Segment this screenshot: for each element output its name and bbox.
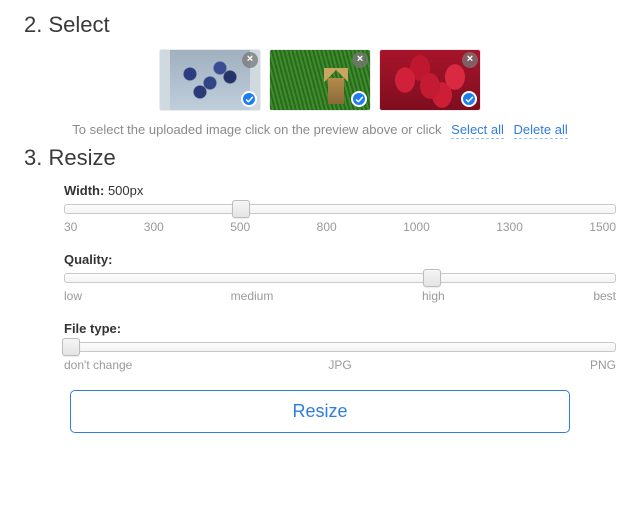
slider-handle[interactable]: [423, 269, 441, 287]
close-icon[interactable]: ×: [352, 52, 368, 68]
width-slider[interactable]: [64, 204, 616, 214]
selected-check-icon: [461, 91, 477, 107]
thumb-grass[interactable]: ×: [270, 50, 370, 110]
instruction-text: To select the uploaded image click on th…: [24, 122, 616, 137]
quality-section: Quality: low medium high best: [64, 252, 616, 303]
selected-check-icon: [351, 91, 367, 107]
filetype-section: File type: don't change JPG PNG: [64, 321, 616, 372]
select-all-link[interactable]: Select all: [451, 122, 504, 139]
filetype-label: File type:: [64, 321, 616, 336]
step-select-heading: 2. Select: [24, 12, 616, 38]
quality-ticks: low medium high best: [64, 289, 616, 303]
close-icon[interactable]: ×: [242, 52, 258, 68]
delete-all-link[interactable]: Delete all: [514, 122, 568, 139]
quality-label: Quality:: [64, 252, 616, 267]
width-section: Width: 500px 30 300 500 800 1000 1300 15…: [64, 183, 616, 234]
thumbnail-row: × × ×: [24, 50, 616, 110]
resize-button[interactable]: Resize: [70, 390, 570, 433]
quality-slider[interactable]: [64, 273, 616, 283]
width-label: Width: 500px: [64, 183, 616, 198]
filetype-ticks: don't change JPG PNG: [64, 358, 616, 372]
step-resize-heading: 3. Resize: [24, 145, 616, 171]
width-ticks: 30 300 500 800 1000 1300 1500: [64, 220, 616, 234]
selected-check-icon: [241, 91, 257, 107]
width-label-text: Width:: [64, 183, 104, 198]
slider-handle[interactable]: [62, 338, 80, 356]
thumb-blueberries[interactable]: ×: [160, 50, 260, 110]
close-icon[interactable]: ×: [462, 52, 478, 68]
thumb-strawberries[interactable]: ×: [380, 50, 480, 110]
filetype-slider[interactable]: [64, 342, 616, 352]
width-value: 500px: [108, 183, 143, 198]
slider-handle[interactable]: [232, 200, 250, 218]
instruction-label: To select the uploaded image click on th…: [72, 122, 441, 137]
